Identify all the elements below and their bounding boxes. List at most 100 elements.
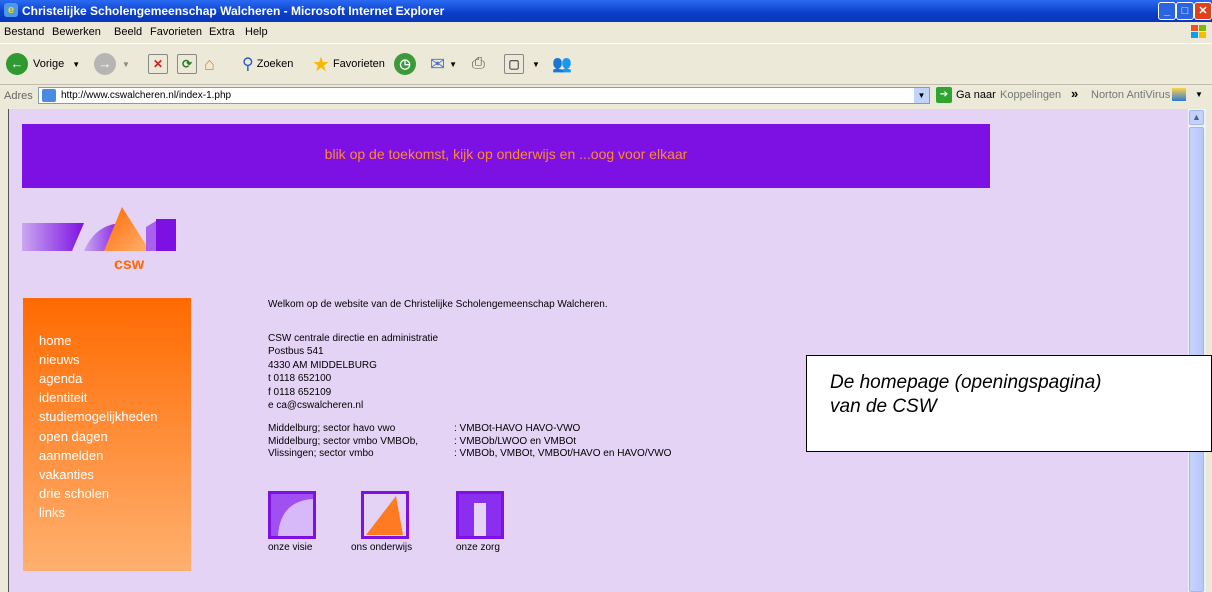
windows-logo-icon bbox=[1191, 25, 1206, 38]
go-label: Ga naar bbox=[956, 89, 996, 101]
menu-bar: Bestand Bewerken Beeld Favorieten Extra … bbox=[0, 22, 1212, 42]
contact-line: 4330 AM MIDDELBURG bbox=[268, 359, 377, 371]
back-button[interactable]: ← Vorige ▼ bbox=[6, 52, 80, 76]
callout-box: De homepage (openingspagina) van de CSW bbox=[806, 355, 1212, 452]
menu-extra[interactable]: Extra bbox=[209, 26, 235, 38]
favorites-button[interactable]: ★ Favorieten bbox=[312, 52, 385, 76]
school-location: Middelburg; sector vmbo VMBOb, bbox=[268, 435, 419, 447]
edit-icon: ▢ bbox=[504, 54, 524, 74]
forward-button[interactable]: → ▼ bbox=[94, 52, 130, 76]
history-button[interactable]: ◷ bbox=[394, 52, 416, 76]
vertical-scrollbar[interactable]: ▲ bbox=[1187, 109, 1206, 592]
callout-line-2: van de CSW bbox=[830, 396, 937, 417]
ons-onderwijs-icon[interactable] bbox=[361, 491, 409, 539]
logo-text: csw bbox=[114, 256, 145, 273]
nav-agenda[interactable]: agenda bbox=[39, 371, 82, 386]
messenger-icon: 👥 bbox=[552, 56, 572, 73]
page-viewport: blik op de toekomst, kijk op onderwijs e… bbox=[8, 109, 1188, 592]
go-button[interactable]: ➔ Ga naar bbox=[936, 87, 996, 103]
home-button[interactable]: ⌂ bbox=[204, 52, 215, 76]
mail-icon: ✉ bbox=[430, 53, 446, 74]
refresh-icon: ⟳ bbox=[177, 54, 197, 74]
edit-button[interactable]: ▢ ▼ bbox=[504, 52, 540, 76]
nav-open-dagen[interactable]: open dagen bbox=[39, 429, 108, 444]
chevron-more-icon[interactable]: » bbox=[1071, 86, 1078, 101]
schools-types: : VMBOt-HAVO HAVO-VWO : VMBOb/LWOO en VM… bbox=[454, 423, 671, 461]
menu-help[interactable]: Help bbox=[245, 26, 268, 38]
maximize-button[interactable]: □ bbox=[1176, 2, 1194, 20]
nav-links[interactable]: links bbox=[39, 505, 65, 520]
welcome-text: Welkom op de website van de Christelijke… bbox=[268, 299, 608, 310]
contact-line: Postbus 541 bbox=[268, 346, 324, 358]
nav-home[interactable]: home bbox=[39, 333, 72, 348]
norton-antivirus-button[interactable]: Norton AntiVirus bbox=[1091, 89, 1170, 101]
mail-button[interactable]: ✉ ▼ bbox=[430, 52, 457, 76]
school-location: Vlissingen; sector vmbo bbox=[268, 448, 374, 459]
navigation-sidebar: home nieuws agenda identiteit studiemoge… bbox=[23, 298, 191, 571]
address-bar: Adres http://www.cswalcheren.nl/index-1.… bbox=[0, 85, 1212, 107]
banner: blik op de toekomst, kijk op onderwijs e… bbox=[22, 124, 990, 188]
title-bar: e Christelijke Scholengemeenschap Walche… bbox=[0, 0, 1212, 22]
search-label: Zoeken bbox=[256, 58, 294, 70]
stop-icon: ✕ bbox=[148, 54, 168, 74]
contact-line: f 0118 652109 bbox=[268, 386, 332, 398]
forward-arrow-icon: → bbox=[94, 53, 116, 75]
close-button[interactable]: ✕ bbox=[1194, 2, 1212, 20]
menu-favorieten[interactable]: Favorieten bbox=[150, 26, 202, 38]
onze-zorg-icon[interactable] bbox=[456, 491, 504, 539]
school-types: : VMBOb/LWOO en VMBOt bbox=[454, 435, 577, 447]
back-dropdown-icon[interactable]: ▼ bbox=[72, 60, 80, 69]
onze-visie-icon[interactable] bbox=[268, 491, 316, 539]
go-arrow-icon: ➔ bbox=[936, 87, 952, 103]
toolbar: ← Vorige ▼ → ▼ ✕ ⟳ ⌂ ⚲ Zoeken ★ Favoriet… bbox=[0, 43, 1212, 85]
forward-dropdown-icon[interactable]: ▼ bbox=[122, 60, 130, 69]
history-icon: ◷ bbox=[394, 53, 416, 75]
ie-icon: e bbox=[4, 3, 18, 17]
address-dropdown-icon[interactable]: ▼ bbox=[914, 88, 929, 103]
search-icon: ⚲ bbox=[242, 56, 254, 73]
icon-label[interactable]: onze zorg bbox=[456, 542, 500, 553]
contact-email[interactable]: e ca@cswalcheren.nl bbox=[268, 399, 438, 412]
home-icon: ⌂ bbox=[204, 53, 215, 74]
page-icon bbox=[42, 89, 56, 102]
edit-dropdown-icon[interactable]: ▼ bbox=[532, 60, 540, 69]
schools-list: Middelburg; sector havo vwo Middelburg; … bbox=[268, 423, 418, 461]
window-title: Christelijke Scholengemeenschap Walchere… bbox=[22, 4, 445, 18]
contact-line: t 0118 652100 bbox=[268, 373, 332, 385]
contact-block: CSW centrale directie en administratie P… bbox=[268, 332, 438, 412]
school-location: Middelburg; sector havo vwo bbox=[268, 423, 396, 434]
address-url: http://www.cswalcheren.nl/index-1.php bbox=[61, 90, 232, 101]
favorites-label: Favorieten bbox=[332, 58, 385, 70]
mail-dropdown-icon[interactable]: ▼ bbox=[449, 60, 457, 69]
nav-nieuws[interactable]: nieuws bbox=[39, 352, 79, 367]
address-label: Adres bbox=[4, 90, 33, 102]
nav-identiteit[interactable]: identiteit bbox=[39, 390, 87, 405]
print-icon: ⎙ bbox=[472, 55, 485, 72]
address-input[interactable]: http://www.cswalcheren.nl/index-1.php ▼ bbox=[38, 87, 930, 104]
nav-studiemogelijkheden[interactable]: studiemogelijkheden bbox=[39, 409, 158, 424]
print-button[interactable]: ⎙ bbox=[472, 52, 485, 76]
stop-button[interactable]: ✕ bbox=[148, 52, 168, 76]
norton-icon bbox=[1172, 88, 1186, 101]
banner-slogan: blik op de toekomst, kijk op onderwijs e… bbox=[324, 146, 688, 162]
menu-bewerken[interactable]: Bewerken bbox=[52, 26, 101, 38]
search-button[interactable]: ⚲ Zoeken bbox=[242, 52, 293, 76]
minimize-button[interactable]: _ bbox=[1158, 2, 1176, 20]
nav-aanmelden[interactable]: aanmelden bbox=[39, 448, 103, 463]
callout-line-1: De homepage (openingspagina) bbox=[830, 372, 1102, 393]
messenger-button[interactable]: 👥 bbox=[552, 52, 572, 76]
csw-logo[interactable]: csw bbox=[22, 207, 192, 277]
links-toolbar[interactable]: Koppelingen bbox=[1000, 89, 1061, 101]
nav-vakanties[interactable]: vakanties bbox=[39, 467, 94, 482]
menu-beeld[interactable]: Beeld bbox=[114, 26, 142, 38]
refresh-button[interactable]: ⟳ bbox=[177, 52, 197, 76]
scroll-up-icon[interactable]: ▲ bbox=[1189, 110, 1204, 125]
icon-label[interactable]: onze visie bbox=[268, 542, 312, 553]
back-arrow-icon: ← bbox=[6, 53, 28, 75]
norton-dropdown-icon[interactable]: ▼ bbox=[1195, 90, 1203, 99]
menu-bestand[interactable]: Bestand bbox=[4, 26, 44, 38]
nav-drie-scholen[interactable]: drie scholen bbox=[39, 486, 109, 501]
contact-line: CSW centrale directie en administratie bbox=[268, 333, 439, 344]
star-icon: ★ bbox=[312, 53, 330, 76]
icon-label[interactable]: ons onderwijs bbox=[351, 542, 412, 553]
